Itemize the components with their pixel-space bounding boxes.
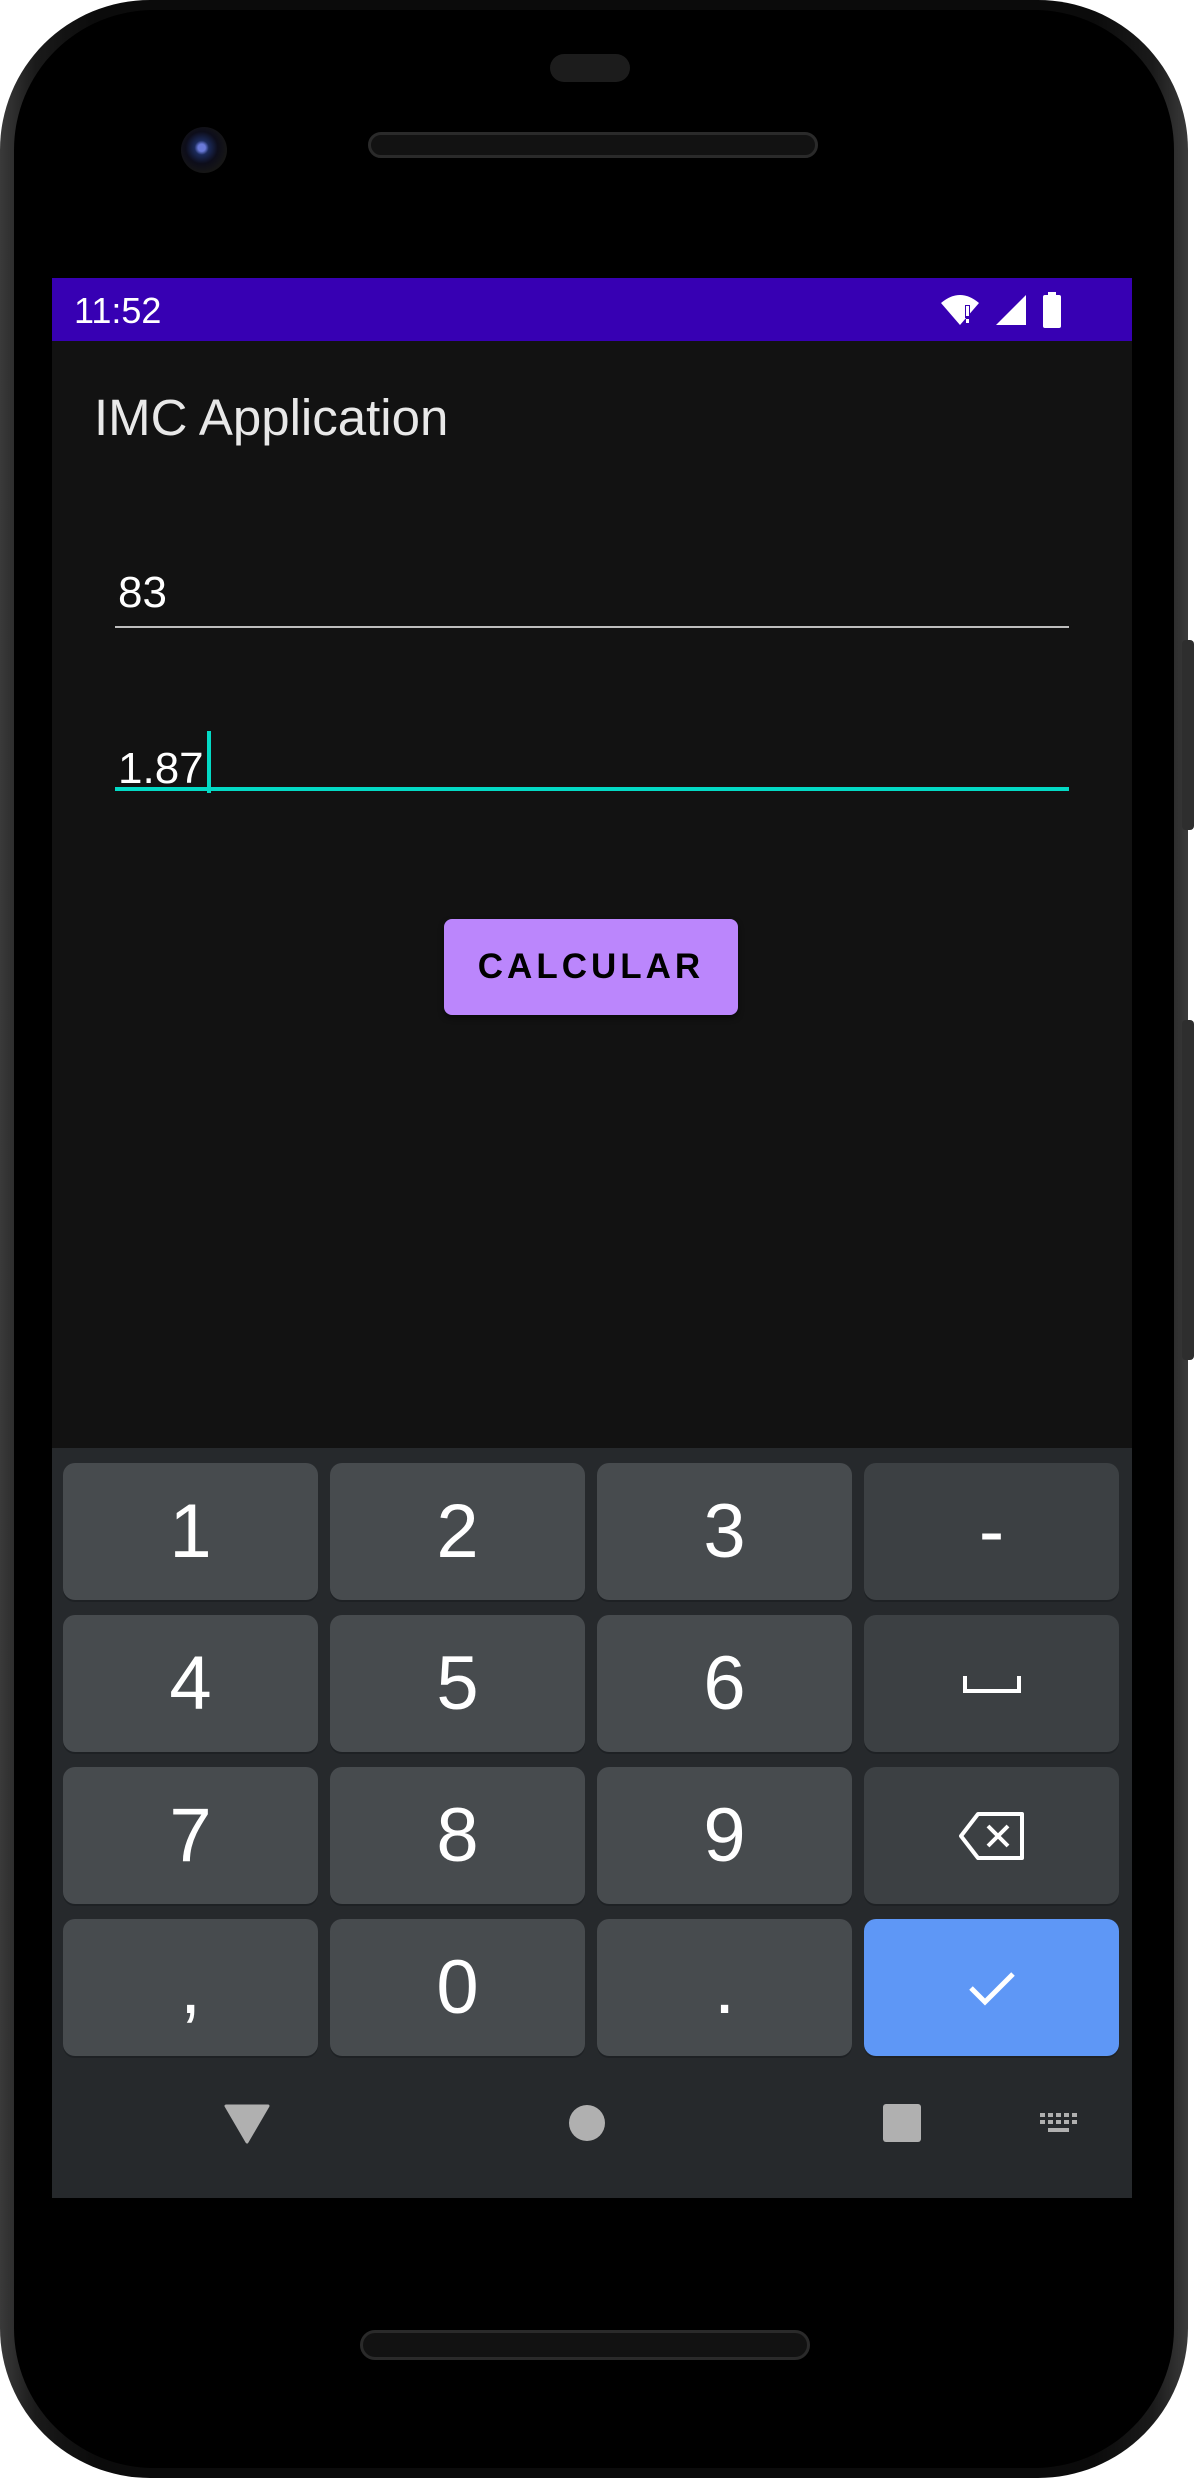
screen: 11:52 IMC Application 83 1.87 CALCULAR 1…: [52, 278, 1132, 2198]
status-bar: 11:52: [52, 278, 1132, 341]
key-3-label: 3: [703, 1488, 746, 1574]
key-5-label: 5: [436, 1640, 479, 1726]
key-backspace[interactable]: [864, 1767, 1119, 1904]
height-input-underline: [115, 787, 1069, 791]
key-0[interactable]: 0: [330, 1919, 585, 2056]
weight-input-value: 83: [118, 568, 167, 617]
key-2-label: 2: [436, 1488, 479, 1574]
home-icon: [569, 2105, 605, 2141]
sensor-slot: [550, 54, 630, 82]
keyboard-switch-button[interactable]: [1035, 2108, 1085, 2138]
height-input[interactable]: 1.87: [115, 731, 1069, 811]
earpiece-speaker: [368, 132, 818, 158]
app-title: IMC Application: [94, 389, 449, 446]
wifi-icon: [941, 295, 979, 325]
weight-input-underline: [115, 626, 1069, 628]
nav-recents-button[interactable]: [882, 2103, 922, 2143]
signal-icon: [996, 295, 1026, 325]
keyboard-switch-icon: [1040, 2113, 1077, 2132]
backspace-icon: [958, 1811, 1024, 1860]
key-8-label: 8: [436, 1792, 479, 1878]
key-9-label: 9: [703, 1792, 746, 1878]
bottom-speaker: [360, 2330, 810, 2360]
key-9[interactable]: 9: [597, 1767, 852, 1904]
key-minus[interactable]: -: [864, 1463, 1119, 1600]
key-2[interactable]: 2: [330, 1463, 585, 1600]
key-7[interactable]: 7: [63, 1767, 318, 1904]
status-icons: [940, 291, 1062, 329]
weight-input[interactable]: 83: [115, 568, 1069, 648]
key-period-label: .: [713, 1944, 736, 2030]
key-1-label: 1: [169, 1488, 212, 1574]
numeric-keyboard: 1 2 3 - 4 5 6 7 8 9 , 0 .: [52, 1448, 1132, 2198]
key-5[interactable]: 5: [330, 1615, 585, 1752]
height-input-value-wrap: 1.87: [118, 731, 211, 794]
key-4[interactable]: 4: [63, 1615, 318, 1752]
check-icon: [968, 1971, 1015, 2006]
volume-button: [1182, 1020, 1194, 1360]
front-camera: [181, 127, 227, 173]
phone-frame: 11:52 IMC Application 83 1.87 CALCULAR 1…: [0, 0, 1194, 2478]
text-cursor: [206, 731, 211, 793]
battery-icon: [1043, 292, 1061, 328]
key-done[interactable]: [864, 1919, 1119, 2056]
key-comma[interactable]: ,: [63, 1919, 318, 2056]
key-4-label: 4: [169, 1640, 212, 1726]
key-space[interactable]: [864, 1615, 1119, 1752]
key-comma-label: ,: [179, 1944, 202, 2030]
nav-home-button[interactable]: [567, 2103, 607, 2143]
key-1[interactable]: 1: [63, 1463, 318, 1600]
key-6-label: 6: [703, 1640, 746, 1726]
key-8[interactable]: 8: [330, 1767, 585, 1904]
key-3[interactable]: 3: [597, 1463, 852, 1600]
status-time: 11:52: [74, 290, 162, 331]
key-0-label: 0: [436, 1944, 479, 2030]
key-minus-label: -: [978, 1488, 1005, 1574]
height-input-value: 1.87: [118, 744, 204, 793]
key-6[interactable]: 6: [597, 1615, 852, 1752]
key-period[interactable]: .: [597, 1919, 852, 2056]
nav-back-button[interactable]: [222, 2101, 272, 2147]
calculate-button[interactable]: CALCULAR: [444, 919, 738, 1015]
power-button: [1182, 640, 1194, 830]
recents-icon: [883, 2104, 921, 2142]
key-7-label: 7: [169, 1792, 212, 1878]
space-icon: [962, 1675, 1021, 1693]
navigation-bar: [52, 2053, 1132, 2198]
back-icon: [224, 2104, 270, 2144]
